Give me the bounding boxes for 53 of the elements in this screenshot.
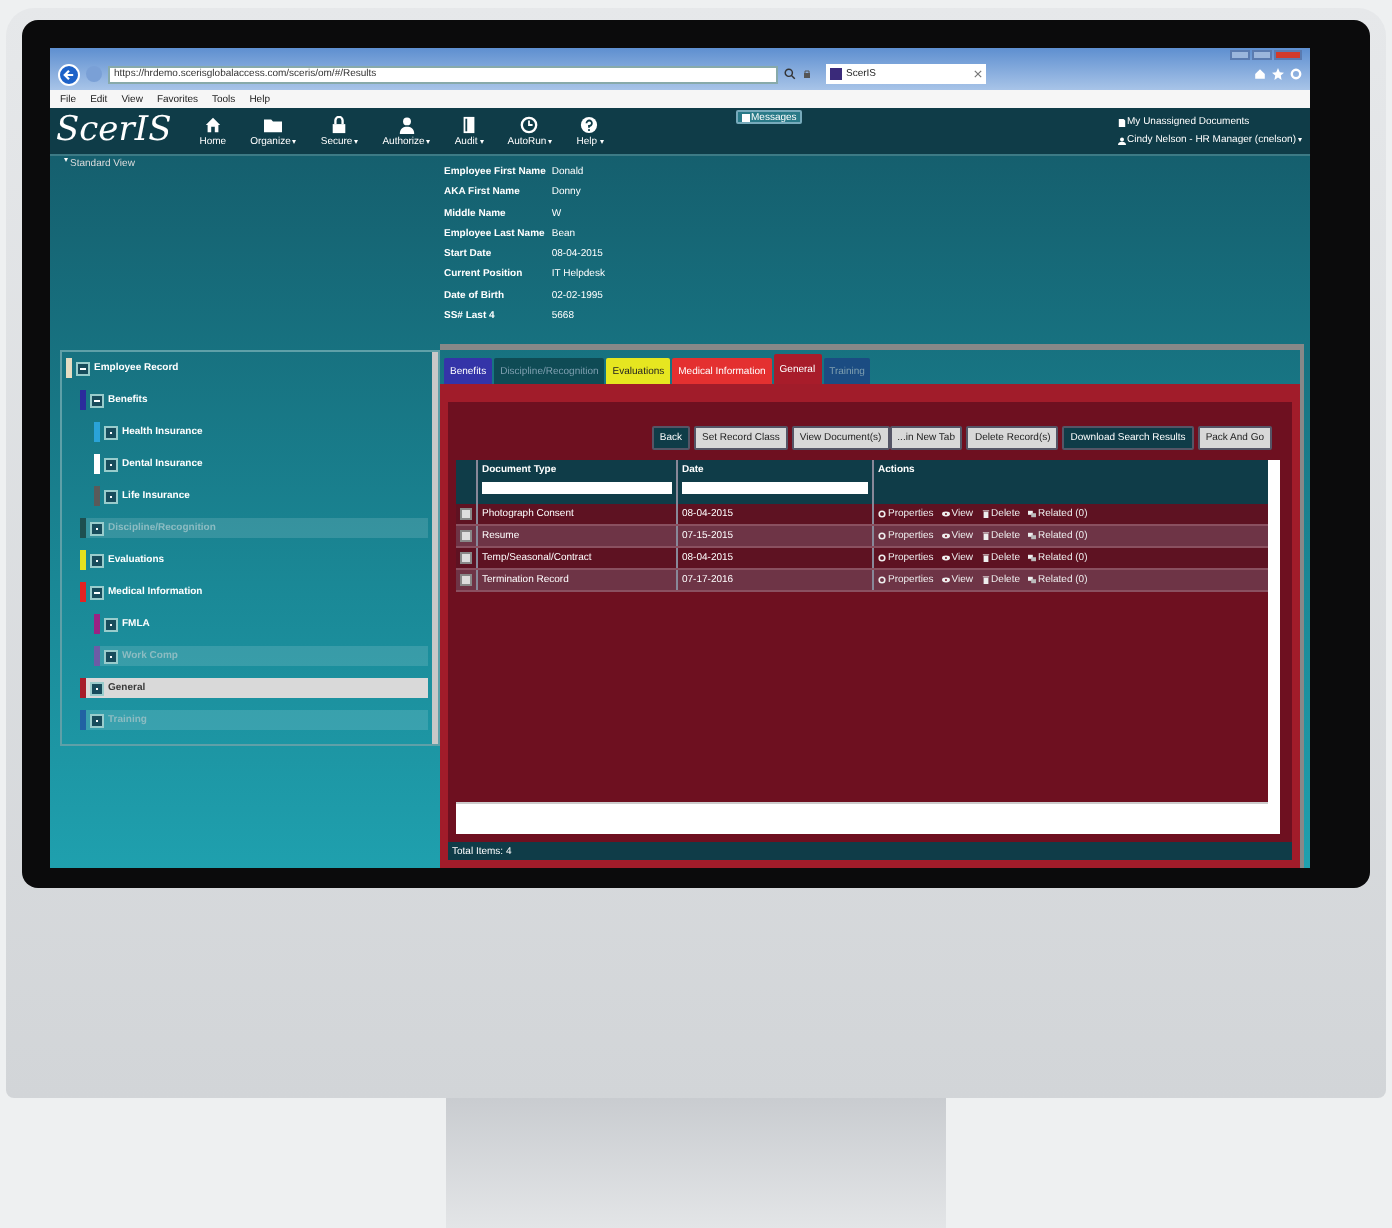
- eye-icon: [941, 576, 950, 584]
- caret-icon: [426, 139, 431, 143]
- maximize-button[interactable]: [1252, 50, 1272, 60]
- trash-icon: [981, 554, 990, 562]
- collapse-toggle[interactable]: [76, 361, 90, 375]
- caret-icon: [292, 139, 297, 143]
- caret-icon: [548, 139, 553, 143]
- lock-icon: [330, 115, 349, 133]
- home-icon[interactable]: [1254, 68, 1266, 80]
- lock-icon: [802, 68, 812, 80]
- back-button[interactable]: [58, 63, 80, 85]
- user-icon: [1117, 135, 1126, 145]
- leaf-toggle[interactable]: [90, 681, 104, 695]
- caret-icon: [64, 158, 68, 162]
- filter-field[interactable]: [682, 482, 868, 494]
- book-icon: [460, 115, 479, 133]
- star-icon[interactable]: [1272, 68, 1284, 80]
- search-icon: [784, 68, 796, 80]
- leaf-toggle[interactable]: [104, 489, 118, 503]
- link-icon: [1028, 510, 1036, 518]
- app-logo: ScerIS: [54, 108, 174, 154]
- folder-icon: [264, 115, 283, 133]
- scrollbar[interactable]: [432, 352, 438, 744]
- minimize-button[interactable]: [1230, 50, 1250, 60]
- back-arrow-icon: [62, 67, 76, 81]
- help-icon: [580, 115, 599, 133]
- link-icon: [1028, 532, 1036, 540]
- eye-icon: [941, 532, 950, 540]
- home-icon: [203, 115, 222, 133]
- caret-icon: [354, 139, 359, 143]
- link-icon: [1028, 554, 1036, 562]
- document-icon: [1117, 117, 1126, 127]
- eye-icon: [941, 510, 950, 518]
- trash-icon: [981, 532, 990, 540]
- link-icon: [1028, 576, 1036, 584]
- leaf-toggle[interactable]: [104, 425, 118, 439]
- clock-icon: [520, 115, 539, 133]
- collapse-toggle[interactable]: [90, 393, 104, 407]
- caret-icon: [1298, 138, 1302, 142]
- leaf-toggle[interactable]: [90, 553, 104, 567]
- caret-icon: [479, 139, 484, 143]
- close-icon[interactable]: [974, 70, 982, 78]
- trash-icon: [981, 510, 990, 518]
- favicon-icon: [830, 68, 842, 80]
- collapse-toggle[interactable]: [90, 585, 104, 599]
- trash-icon: [981, 576, 990, 584]
- caret-icon: [599, 139, 603, 143]
- forward-button[interactable]: [86, 66, 102, 82]
- filter-field[interactable]: [482, 482, 672, 494]
- eye-icon: [941, 554, 950, 562]
- leaf-toggle[interactable]: [104, 617, 118, 631]
- person-icon: [397, 115, 416, 133]
- leaf-toggle[interactable]: [104, 457, 118, 471]
